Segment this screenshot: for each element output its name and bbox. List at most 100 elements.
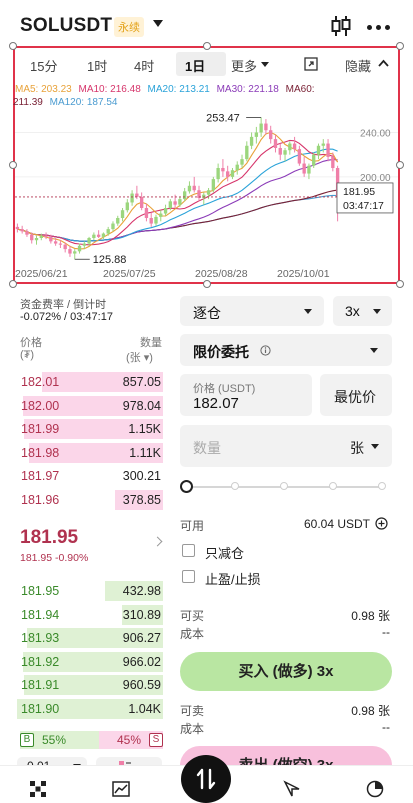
candle-body — [249, 136, 254, 146]
candle-body — [307, 165, 311, 174]
funding-rate-label: 资金费率 / 倒计时 — [20, 299, 107, 311]
quantity-input[interactable]: 数量 张 — [180, 425, 392, 467]
chevron-right-icon[interactable] — [152, 536, 163, 547]
orderbook-price: 181.95 — [21, 584, 60, 598]
ma20-line — [17, 148, 338, 242]
buy-long-button[interactable]: 买入 (做多) 3x — [180, 652, 392, 691]
candlestick-chart[interactable]: 253.47 125.88 240.00 200.00 181.95 03:47:17 20… — [15, 48, 398, 282]
orderbook-row[interactable]: 181.99 1.15K — [17, 419, 163, 439]
resize-handle[interactable] — [396, 161, 404, 169]
chart-panel[interactable]: 15分 1时 4时 1日 更多 隐藏 MA5: 203.23 MA10: 216… — [13, 46, 400, 284]
swap-arrows-icon — [196, 768, 216, 790]
candle-body — [316, 145, 321, 155]
buy-tag: B — [20, 733, 34, 747]
orderbook-row[interactable]: 181.93 906.27 — [17, 628, 163, 648]
qty-unit-selector[interactable]: (张 ▾) — [126, 349, 153, 365]
candle-body — [269, 130, 273, 140]
orderbook-qty: 966.02 — [122, 654, 161, 669]
margin-mode-select[interactable]: 逐仓 — [180, 296, 324, 326]
high-price-label: 253.47 — [206, 112, 240, 124]
candle-body — [178, 199, 182, 205]
resize-handle[interactable] — [396, 280, 404, 288]
amount-slider-knob[interactable] — [180, 480, 193, 493]
candle-body — [101, 233, 106, 237]
can-sell-label: 可卖 — [180, 704, 205, 718]
orderbook-price: 181.94 — [21, 607, 60, 622]
orderbook-qty: 857.05 — [122, 375, 161, 389]
last-price[interactable]: 181.95 — [20, 527, 78, 549]
candle-body — [221, 168, 225, 172]
orderbook-row[interactable]: 181.94 310.89 — [17, 604, 163, 625]
orderbook-qty: 1.11K — [129, 445, 161, 460]
slider-step[interactable] — [231, 482, 239, 490]
orderbook-row[interactable]: 181.95 432.98 — [17, 581, 163, 601]
candle-body — [326, 143, 330, 157]
portfolio-icon[interactable] — [366, 780, 384, 798]
orderbook-row[interactable]: 181.98 1.11K — [17, 442, 163, 463]
orderbook-row[interactable]: 181.90 1.04K — [17, 698, 163, 719]
candle-body — [168, 201, 173, 208]
orderbook-qty: 1.04K — [128, 701, 161, 716]
symbol-dropdown-icon[interactable] — [153, 20, 163, 27]
candle-body — [92, 234, 96, 238]
orderbook-row[interactable]: 182.01 857.05 — [17, 372, 163, 392]
candle-body — [44, 235, 48, 237]
chevron-down-icon — [373, 309, 381, 314]
market-chart-icon[interactable] — [112, 780, 130, 798]
symbol-title[interactable]: SOLUSDT — [20, 15, 112, 37]
resize-handle[interactable] — [9, 42, 17, 50]
candle-body — [202, 194, 206, 198]
candle-body — [245, 145, 249, 160]
best-price-button[interactable]: 最优价 — [320, 374, 392, 416]
tp-sl-checkbox[interactable] — [182, 570, 195, 583]
funding-rate-value: -0.072% / 03:47:17 — [20, 311, 113, 323]
margin-mode-value: 逐仓 — [193, 305, 221, 321]
slider-step[interactable] — [329, 482, 337, 490]
order-type-select[interactable]: 限价委托 — [180, 334, 392, 366]
price-input[interactable]: 价格 (USDT) 182.07 — [180, 374, 312, 416]
candle-body — [144, 208, 149, 218]
orderbook-row[interactable]: 181.97 300.21 — [17, 466, 163, 486]
candle-body — [173, 201, 177, 205]
grid-icon[interactable] — [29, 780, 47, 798]
orderbook-row[interactable]: 182.00 978.04 — [17, 395, 163, 416]
leverage-select[interactable]: 3x — [333, 296, 392, 326]
chevron-down-icon — [370, 348, 378, 353]
candle-body — [149, 218, 153, 224]
candle-body — [49, 236, 53, 242]
slider-step[interactable] — [378, 482, 386, 490]
quantity-unit[interactable]: 张 — [350, 438, 364, 458]
resize-handle[interactable] — [9, 161, 17, 169]
reduce-only-checkbox[interactable] — [182, 544, 195, 557]
ma30-line — [17, 159, 338, 242]
quantity-placeholder: 数量 — [193, 440, 221, 456]
order-type-value: 限价委托 — [193, 344, 249, 360]
chevron-down-icon[interactable] — [371, 444, 379, 449]
add-funds-icon[interactable] — [375, 517, 388, 530]
orderbook-qty: 960.59 — [122, 678, 161, 692]
slider-step[interactable] — [280, 482, 288, 490]
orderbook-row[interactable]: 181.91 960.59 — [17, 675, 163, 695]
best-price-label: 最优价 — [334, 389, 376, 405]
candle-body — [182, 191, 187, 200]
candle-body — [278, 148, 282, 155]
compass-icon[interactable] — [283, 780, 301, 798]
candle-body — [187, 185, 192, 192]
info-icon[interactable] — [260, 345, 271, 356]
x-axis-tick: 2025/08/28 — [195, 268, 248, 280]
candle-body — [206, 190, 211, 195]
candlestick-chart-icon[interactable] — [330, 15, 352, 37]
orderbook-price: 182.01 — [21, 375, 60, 389]
resize-handle[interactable] — [203, 42, 211, 50]
resize-handle[interactable] — [396, 42, 404, 50]
can-buy-label: 可买 — [180, 609, 205, 623]
candle-body — [39, 235, 43, 238]
orderbook-row[interactable]: 181.92 966.02 — [17, 651, 163, 672]
trade-swap-button[interactable] — [181, 755, 231, 803]
resize-handle[interactable] — [203, 280, 211, 288]
more-options-icon[interactable] — [367, 25, 391, 31]
orderbook-price: 182.00 — [21, 398, 60, 413]
orderbook-row[interactable]: 181.96 378.85 — [17, 489, 163, 510]
resize-handle[interactable] — [9, 280, 17, 288]
orderbook-qty: 378.85 — [122, 492, 161, 507]
